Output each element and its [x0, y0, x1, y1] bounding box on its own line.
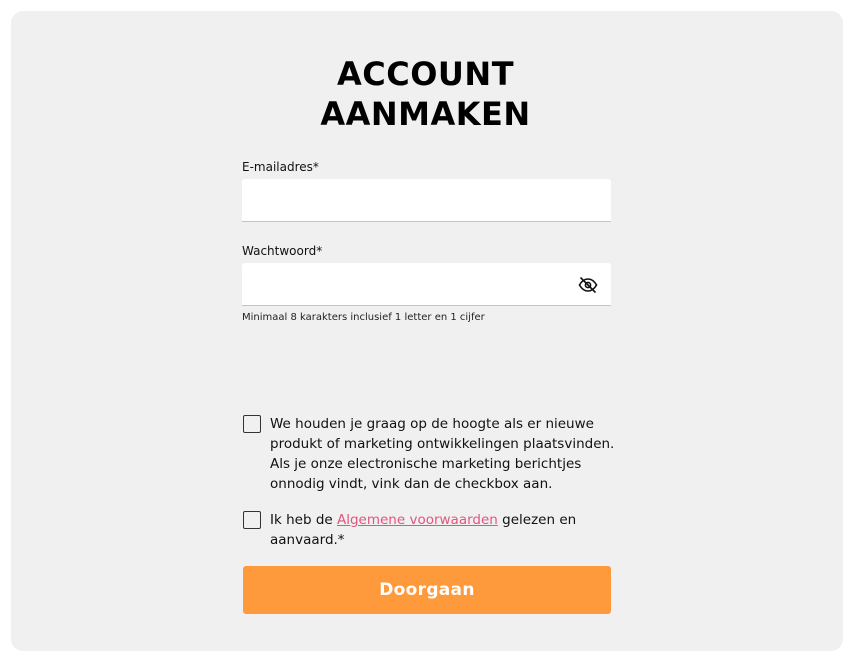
password-label: Wachtwoord*: [242, 244, 323, 258]
password-hint: Minimaal 8 karakters inclusief 1 letter …: [242, 312, 485, 323]
page-title-line-1: ACCOUNT: [336, 55, 515, 93]
email-field[interactable]: [242, 179, 611, 222]
continue-button[interactable]: Doorgaan: [243, 566, 611, 614]
marketing-checkbox[interactable]: [243, 415, 261, 433]
password-field[interactable]: [242, 263, 611, 306]
terms-text-prefix: Ik heb de: [270, 512, 337, 528]
page-title-line-2: AANMAKEN: [320, 95, 531, 133]
marketing-consent-text: We houden je graag op de hoogte als er n…: [270, 416, 615, 492]
terms-checkbox[interactable]: [243, 511, 261, 529]
email-label: E-mailadres*: [242, 160, 319, 174]
terms-link[interactable]: Algemene voorwaarden: [337, 512, 498, 528]
password-visibility-toggle[interactable]: [576, 274, 600, 296]
page-title: ACCOUNT AANMAKEN: [0, 54, 851, 134]
terms-consent-text: Ik heb de Algemene voorwaarden gelezen e…: [270, 510, 615, 550]
eye-off-icon: [578, 277, 598, 293]
